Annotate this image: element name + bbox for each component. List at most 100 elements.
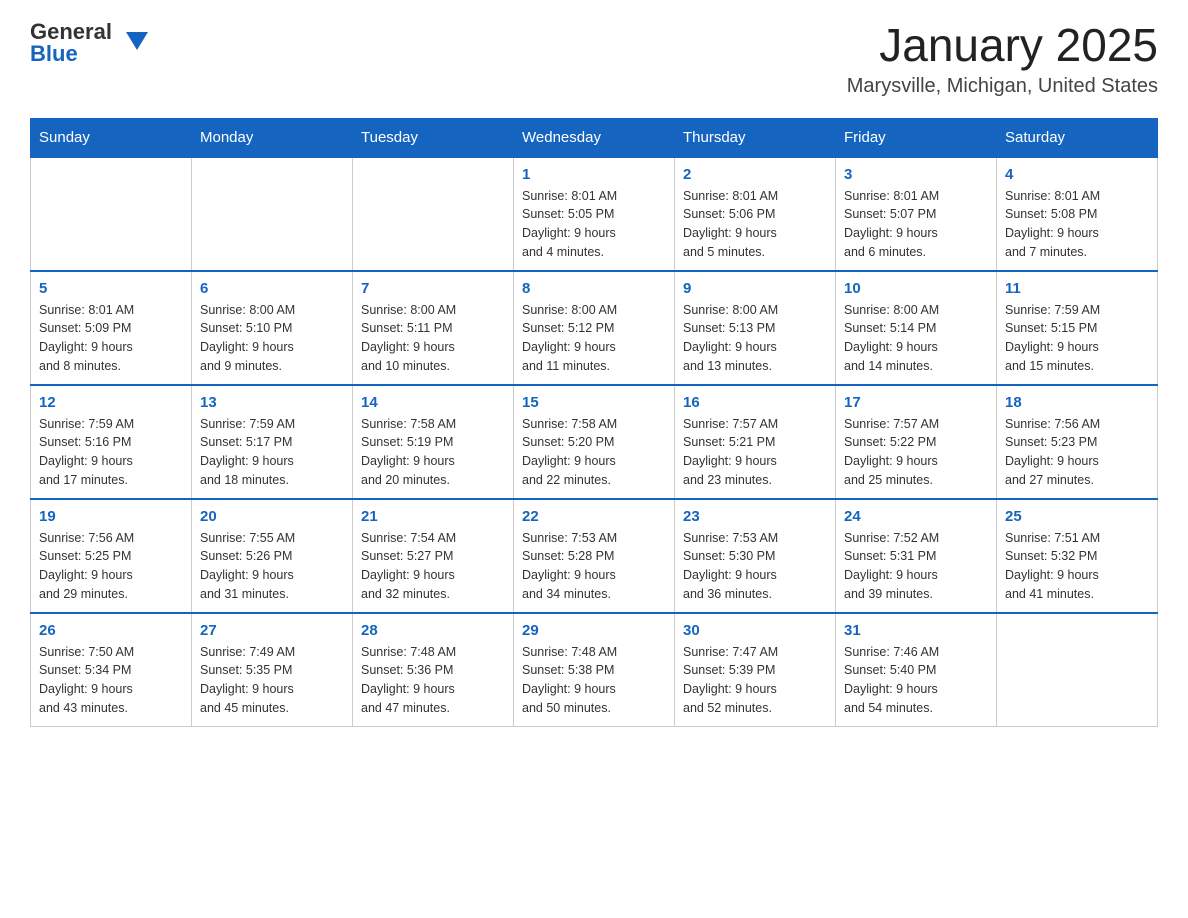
calendar-cell: 31 Sunrise: 7:46 AMSunset: 5:40 PMDayligh… bbox=[836, 613, 997, 727]
day-number: 4 bbox=[1005, 166, 1149, 183]
calendar-cell: 5 Sunrise: 8:01 AMSunset: 5:09 PMDaylight… bbox=[31, 271, 192, 385]
calendar-cell: 19 Sunrise: 7:56 AMSunset: 5:25 PMDayligh… bbox=[31, 499, 192, 613]
calendar-cell: 30 Sunrise: 7:47 AMSunset: 5:39 PMDayligh… bbox=[675, 613, 836, 727]
day-info: Sunrise: 8:00 AMSunset: 5:11 PMDaylight:… bbox=[361, 301, 505, 376]
day-info: Sunrise: 7:59 AMSunset: 5:16 PMDaylight:… bbox=[39, 415, 183, 490]
page-header: General Blue January 2025 Marysville, Mi… bbox=[30, 20, 1158, 98]
calendar-cell: 17Sunrise: 7:57 AMSunset: 5:22 PMDayligh… bbox=[836, 385, 997, 499]
day-info: Sunrise: 7:57 AMSunset: 5:22 PMDaylight:… bbox=[844, 415, 988, 490]
week-row-2: 5 Sunrise: 8:01 AMSunset: 5:09 PMDaylight… bbox=[31, 271, 1158, 385]
day-number: 11 bbox=[1005, 280, 1149, 297]
logo-triangle-icon bbox=[126, 32, 148, 50]
day-info: Sunrise: 7:54 AMSunset: 5:27 PMDaylight:… bbox=[361, 529, 505, 604]
day-number: 8 bbox=[522, 280, 666, 297]
day-number: 6 bbox=[200, 280, 344, 297]
day-number: 28 bbox=[361, 622, 505, 639]
day-number: 5 bbox=[39, 280, 183, 297]
day-info: Sunrise: 7:50 AMSunset: 5:34 PMDaylight:… bbox=[39, 643, 183, 718]
calendar-table: SundayMondayTuesdayWednesdayThursdayFrid… bbox=[30, 118, 1158, 727]
day-number: 24 bbox=[844, 508, 988, 525]
calendar-cell bbox=[997, 613, 1158, 727]
day-number: 23 bbox=[683, 508, 827, 525]
day-number: 26 bbox=[39, 622, 183, 639]
calendar-cell: 16 Sunrise: 7:57 AMSunset: 5:21 PMDayligh… bbox=[675, 385, 836, 499]
location-title: Marysville, Michigan, United States bbox=[847, 75, 1158, 98]
calendar-cell bbox=[192, 157, 353, 271]
day-info: Sunrise: 8:01 AMSunset: 5:09 PMDaylight:… bbox=[39, 301, 183, 376]
calendar-cell: 13Sunrise: 7:59 AMSunset: 5:17 PMDayligh… bbox=[192, 385, 353, 499]
calendar-cell: 4 Sunrise: 8:01 AMSunset: 5:08 PMDaylight… bbox=[997, 157, 1158, 271]
calendar-cell: 23 Sunrise: 7:53 AMSunset: 5:30 PMDayligh… bbox=[675, 499, 836, 613]
day-number: 3 bbox=[844, 166, 988, 183]
day-number: 31 bbox=[844, 622, 988, 639]
calendar-header-monday: Monday bbox=[192, 118, 353, 157]
month-title: January 2025 bbox=[847, 20, 1158, 71]
day-number: 10 bbox=[844, 280, 988, 297]
calendar-header-wednesday: Wednesday bbox=[514, 118, 675, 157]
day-info: Sunrise: 7:58 AMSunset: 5:19 PMDaylight:… bbox=[361, 415, 505, 490]
day-number: 19 bbox=[39, 508, 183, 525]
calendar-header-tuesday: Tuesday bbox=[353, 118, 514, 157]
day-number: 25 bbox=[1005, 508, 1149, 525]
day-info: Sunrise: 8:00 AMSunset: 5:10 PMDaylight:… bbox=[200, 301, 344, 376]
day-number: 22 bbox=[522, 508, 666, 525]
calendar-cell: 12 Sunrise: 7:59 AMSunset: 5:16 PMDayligh… bbox=[31, 385, 192, 499]
calendar-cell: 20 Sunrise: 7:55 AMSunset: 5:26 PMDayligh… bbox=[192, 499, 353, 613]
day-number: 14 bbox=[361, 394, 505, 411]
week-row-4: 19 Sunrise: 7:56 AMSunset: 5:25 PMDayligh… bbox=[31, 499, 1158, 613]
day-info: Sunrise: 7:49 AMSunset: 5:35 PMDaylight:… bbox=[200, 643, 344, 718]
day-info: Sunrise: 8:00 AMSunset: 5:14 PMDaylight:… bbox=[844, 301, 988, 376]
day-number: 7 bbox=[361, 280, 505, 297]
day-info: Sunrise: 7:55 AMSunset: 5:26 PMDaylight:… bbox=[200, 529, 344, 604]
calendar-cell: 7 Sunrise: 8:00 AMSunset: 5:11 PMDaylight… bbox=[353, 271, 514, 385]
calendar-cell: 1 Sunrise: 8:01 AMSunset: 5:05 PMDaylight… bbox=[514, 157, 675, 271]
calendar-cell: 21Sunrise: 7:54 AMSunset: 5:27 PMDayligh… bbox=[353, 499, 514, 613]
calendar-cell: 9 Sunrise: 8:00 AMSunset: 5:13 PMDaylight… bbox=[675, 271, 836, 385]
calendar-cell: 26 Sunrise: 7:50 AMSunset: 5:34 PMDayligh… bbox=[31, 613, 192, 727]
day-info: Sunrise: 8:01 AMSunset: 5:08 PMDaylight:… bbox=[1005, 187, 1149, 262]
calendar-header-thursday: Thursday bbox=[675, 118, 836, 157]
day-number: 20 bbox=[200, 508, 344, 525]
day-number: 9 bbox=[683, 280, 827, 297]
day-info: Sunrise: 7:46 AMSunset: 5:40 PMDaylight:… bbox=[844, 643, 988, 718]
day-info: Sunrise: 7:48 AMSunset: 5:36 PMDaylight:… bbox=[361, 643, 505, 718]
calendar-cell: 18 Sunrise: 7:56 AMSunset: 5:23 PMDayligh… bbox=[997, 385, 1158, 499]
day-info: Sunrise: 7:56 AMSunset: 5:23 PMDaylight:… bbox=[1005, 415, 1149, 490]
week-row-1: 1 Sunrise: 8:01 AMSunset: 5:05 PMDaylight… bbox=[31, 157, 1158, 271]
calendar-cell: 29 Sunrise: 7:48 AMSunset: 5:38 PMDayligh… bbox=[514, 613, 675, 727]
day-info: Sunrise: 8:01 AMSunset: 5:05 PMDaylight:… bbox=[522, 187, 666, 262]
week-row-5: 26 Sunrise: 7:50 AMSunset: 5:34 PMDayligh… bbox=[31, 613, 1158, 727]
day-info: Sunrise: 8:01 AMSunset: 5:06 PMDaylight:… bbox=[683, 187, 827, 262]
calendar-cell: 14 Sunrise: 7:58 AMSunset: 5:19 PMDayligh… bbox=[353, 385, 514, 499]
calendar-cell: 15 Sunrise: 7:58 AMSunset: 5:20 PMDayligh… bbox=[514, 385, 675, 499]
calendar-cell: 25Sunrise: 7:51 AMSunset: 5:32 PMDayligh… bbox=[997, 499, 1158, 613]
day-number: 15 bbox=[522, 394, 666, 411]
day-number: 12 bbox=[39, 394, 183, 411]
day-number: 29 bbox=[522, 622, 666, 639]
day-number: 27 bbox=[200, 622, 344, 639]
day-info: Sunrise: 7:48 AMSunset: 5:38 PMDaylight:… bbox=[522, 643, 666, 718]
calendar-cell: 24 Sunrise: 7:52 AMSunset: 5:31 PMDayligh… bbox=[836, 499, 997, 613]
calendar-cell: 3Sunrise: 8:01 AMSunset: 5:07 PMDaylight… bbox=[836, 157, 997, 271]
day-info: Sunrise: 7:56 AMSunset: 5:25 PMDaylight:… bbox=[39, 529, 183, 604]
calendar-cell: 27 Sunrise: 7:49 AMSunset: 5:35 PMDayligh… bbox=[192, 613, 353, 727]
calendar-cell: 6 Sunrise: 8:00 AMSunset: 5:10 PMDaylight… bbox=[192, 271, 353, 385]
day-info: Sunrise: 7:53 AMSunset: 5:28 PMDaylight:… bbox=[522, 529, 666, 604]
day-info: Sunrise: 7:52 AMSunset: 5:31 PMDaylight:… bbox=[844, 529, 988, 604]
title-section: January 2025 Marysville, Michigan, Unite… bbox=[847, 20, 1158, 98]
day-info: Sunrise: 8:00 AMSunset: 5:13 PMDaylight:… bbox=[683, 301, 827, 376]
calendar-cell: 28 Sunrise: 7:48 AMSunset: 5:36 PMDayligh… bbox=[353, 613, 514, 727]
day-info: Sunrise: 7:58 AMSunset: 5:20 PMDaylight:… bbox=[522, 415, 666, 490]
day-info: Sunrise: 7:47 AMSunset: 5:39 PMDaylight:… bbox=[683, 643, 827, 718]
day-number: 18 bbox=[1005, 394, 1149, 411]
day-number: 1 bbox=[522, 166, 666, 183]
day-number: 16 bbox=[683, 394, 827, 411]
day-info: Sunrise: 7:59 AMSunset: 5:17 PMDaylight:… bbox=[200, 415, 344, 490]
calendar-cell: 8Sunrise: 8:00 AMSunset: 5:12 PMDaylight… bbox=[514, 271, 675, 385]
day-info: Sunrise: 7:57 AMSunset: 5:21 PMDaylight:… bbox=[683, 415, 827, 490]
day-info: Sunrise: 7:53 AMSunset: 5:30 PMDaylight:… bbox=[683, 529, 827, 604]
week-row-3: 12 Sunrise: 7:59 AMSunset: 5:16 PMDayligh… bbox=[31, 385, 1158, 499]
day-number: 30 bbox=[683, 622, 827, 639]
calendar-cell: 10 Sunrise: 8:00 AMSunset: 5:14 PMDayligh… bbox=[836, 271, 997, 385]
calendar-cell bbox=[31, 157, 192, 271]
